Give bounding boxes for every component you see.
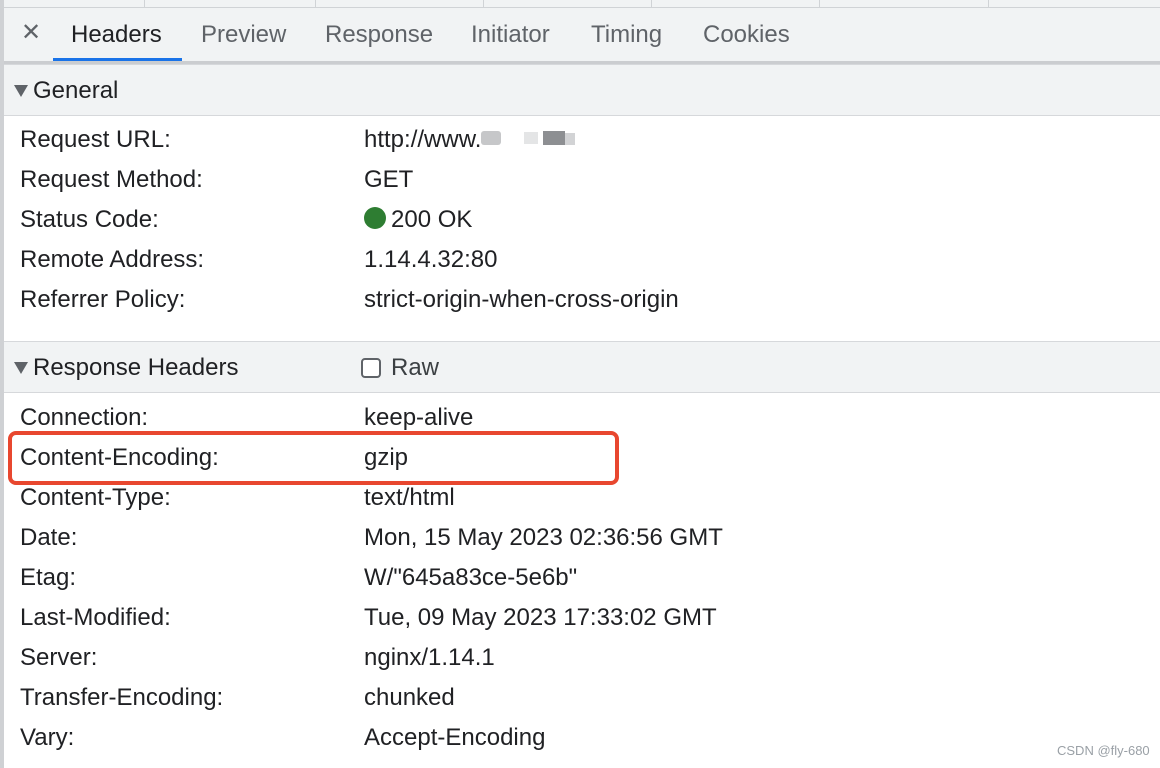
watermark: CSDN @fly-680: [1057, 743, 1150, 758]
close-icon[interactable]: ✕: [20, 20, 42, 46]
response-headers-section-header[interactable]: Response Headers Raw: [4, 341, 1160, 393]
header-value: W/"645a83ce-5e6b": [364, 564, 578, 591]
status-ok-icon: [364, 207, 386, 229]
general-section-header[interactable]: General: [4, 64, 1160, 116]
column-divider: [483, 0, 484, 7]
raw-label[interactable]: Raw: [391, 353, 439, 383]
header-key: Etag:: [20, 564, 77, 591]
header-value: Accept-Encoding: [364, 724, 546, 751]
header-value: 1.14.4.32:80: [364, 246, 498, 273]
content-encoding-highlight-annotation: [8, 431, 619, 485]
header-key: Content-Type:: [20, 484, 171, 511]
header-key: Server:: [20, 644, 98, 671]
response-headers-section-title[interactable]: Response Headers: [33, 353, 238, 383]
tab-response[interactable]: Response: [325, 20, 433, 50]
tab-initiator[interactable]: Initiator: [471, 20, 550, 50]
column-divider: [315, 0, 316, 7]
tab-preview[interactable]: Preview: [201, 20, 286, 50]
response-row-date: Date: Mon, 15 May 2023 02:36:56 GMT: [4, 518, 1160, 558]
tab-cookies[interactable]: Cookies: [703, 20, 790, 50]
general-row-status-code: Status Code: 200 OK: [4, 200, 1160, 240]
header-value: text/html: [364, 484, 455, 511]
request-url-text: http://www.: [364, 126, 482, 153]
response-row-last-modified: Last-Modified: Tue, 09 May 2023 17:33:02…: [4, 598, 1160, 638]
general-row-referrer-policy: Referrer Policy: strict-origin-when-cros…: [4, 280, 1160, 320]
header-key: Connection:: [20, 404, 149, 431]
header-value: chunked: [364, 684, 455, 711]
header-key: Last-Modified:: [20, 604, 171, 631]
triangle-down-icon: [14, 362, 28, 374]
header-value: Tue, 09 May 2023 17:33:02 GMT: [364, 604, 717, 631]
header-key: Transfer-Encoding:: [20, 684, 224, 711]
header-key: Request URL:: [20, 126, 171, 153]
triangle-down-icon: [14, 85, 28, 97]
raw-checkbox[interactable]: [361, 358, 381, 378]
column-divider: [988, 0, 989, 7]
column-divider: [819, 0, 820, 7]
response-row-vary: Vary: Accept-Encoding: [4, 718, 1160, 758]
header-key: Request Method:: [20, 166, 203, 193]
active-tab-indicator: [53, 58, 182, 61]
devtools-network-detail-panel: ✕ Headers Preview Response Initiator Tim…: [0, 0, 1160, 768]
header-value: nginx/1.14.1: [364, 644, 495, 671]
header-key: Remote Address:: [20, 246, 205, 273]
column-divider: [651, 0, 652, 7]
redacted-url-mask: [481, 127, 581, 149]
header-value: strict-origin-when-cross-origin: [364, 286, 679, 313]
response-row-etag: Etag: W/"645a83ce-5e6b": [4, 558, 1160, 598]
header-value: Mon, 15 May 2023 02:36:56 GMT: [364, 524, 723, 551]
header-key: Referrer Policy:: [20, 286, 186, 313]
header-value: http://www.: [364, 125, 581, 155]
general-row-remote-address: Remote Address: 1.14.4.32:80: [4, 240, 1160, 280]
header-value: keep-alive: [364, 404, 474, 431]
detail-tab-bar: ✕ Headers Preview Response Initiator Tim…: [4, 8, 1160, 61]
general-row-request-method: Request Method: GET: [4, 160, 1160, 200]
header-key: Vary:: [20, 724, 75, 751]
tab-headers[interactable]: Headers: [71, 20, 162, 50]
column-divider: [144, 0, 145, 7]
header-key: Status Code:: [20, 206, 159, 233]
response-row-transfer-encoding: Transfer-Encoding: chunked: [4, 678, 1160, 718]
request-list-edge: [4, 0, 1160, 8]
general-row-request-url: Request URL: http://www.: [4, 120, 1160, 160]
header-value: 200 OK: [364, 205, 472, 235]
general-section-title[interactable]: General: [33, 76, 118, 106]
header-value: GET: [364, 166, 414, 193]
status-code-text: 200 OK: [391, 206, 473, 233]
header-key: Date:: [20, 524, 78, 551]
tab-timing[interactable]: Timing: [591, 20, 662, 50]
response-row-server: Server: nginx/1.14.1: [4, 638, 1160, 678]
